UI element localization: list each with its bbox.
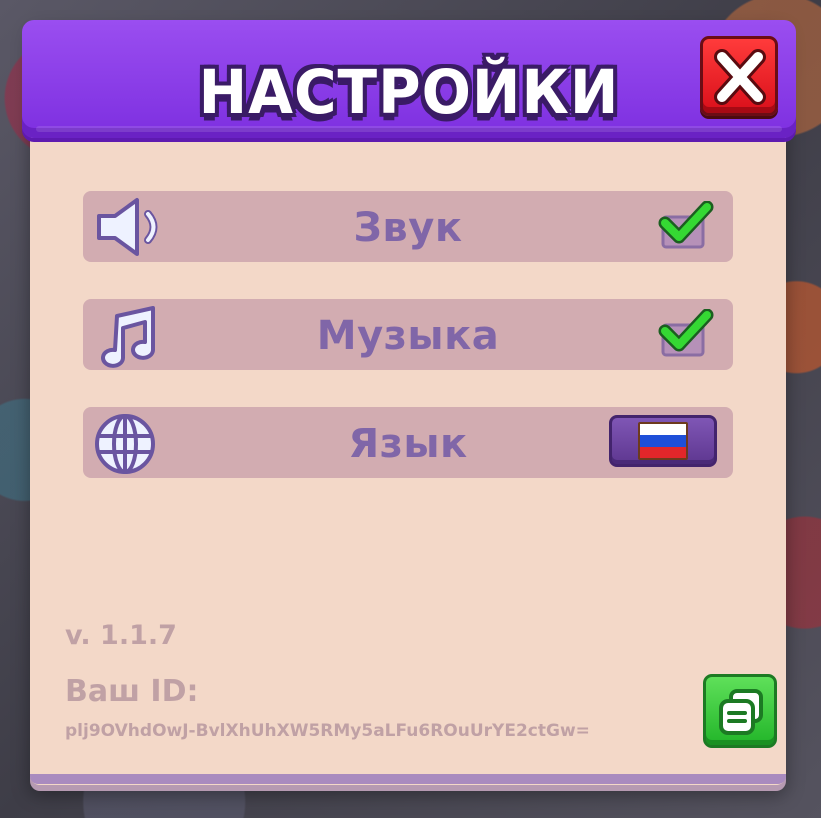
dialog-title: НАСТРОЙКИ: [198, 56, 620, 128]
version-text: v. 1.1.7: [65, 620, 177, 651]
setting-row-sound[interactable]: Звук: [83, 191, 733, 262]
setting-row-language[interactable]: Язык: [83, 407, 733, 478]
setting-row-music[interactable]: Музыка: [83, 299, 733, 370]
close-button[interactable]: [700, 36, 778, 116]
copy-id-button[interactable]: [703, 674, 777, 748]
setting-label-sound: Звук: [353, 205, 463, 251]
user-id-label: Ваш ID:: [65, 674, 199, 709]
music-checkbox[interactable]: [657, 308, 715, 361]
checkmark-icon: [658, 200, 714, 249]
copy-icon: [719, 689, 763, 735]
sound-checkbox[interactable]: [657, 200, 715, 253]
russian-flag-icon: [638, 422, 688, 460]
user-id-value: plj9OVhdOwJ-BvlXhUhXW5RMy5aLFu6ROuUrYE2c…: [65, 721, 590, 741]
setting-label-music: Музыка: [316, 313, 500, 359]
language-select-button[interactable]: [609, 415, 717, 467]
checkmark-icon: [658, 308, 714, 357]
dialog-bottom-edge: [30, 774, 786, 784]
dialog-header: НАСТРОЙКИ: [22, 20, 796, 138]
close-x-icon: [714, 49, 766, 105]
